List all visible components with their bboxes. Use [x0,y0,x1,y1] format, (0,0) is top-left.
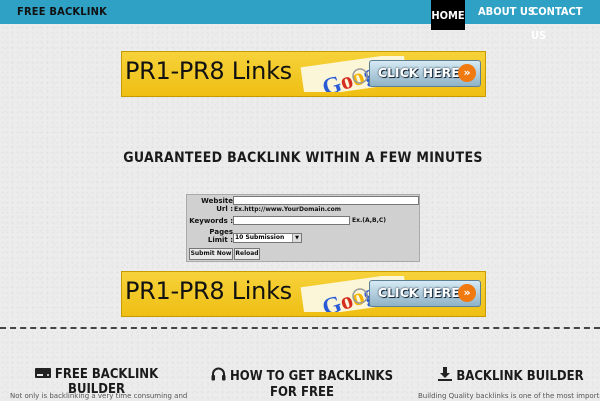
click-here-label: CLICK HERE [378,286,460,300]
site-brand[interactable]: FREE BACKLINK [17,5,107,18]
keywords-label: Keywords : [189,217,233,225]
banner-text: PR1-PR8 Links [125,57,292,85]
website-url-label: Website Url : [201,197,233,213]
hard-drive-icon [34,368,51,378]
website-url-input[interactable] [233,196,419,205]
double-arrow-icon: » [458,284,476,302]
feature-description: Not only is backlinking a very time cons… [10,392,188,400]
click-here-button[interactable]: CLICK HERE » [369,280,481,307]
website-url-hint: Ex.http://www.YourDomain.com [234,206,341,213]
pages-limit-select[interactable]: 10 Submission ▼ [233,233,302,243]
nav-contact-us[interactable]: CONTACT US [531,0,600,42]
ad-banner-top[interactable]: PR1-PR8 Links Google CLICK HERE » [121,51,486,97]
keywords-input[interactable] [233,216,350,225]
click-here-label: CLICK HERE [378,66,460,80]
backlink-form: Website Url : Ex.http://www.YourDomain.c… [186,194,420,262]
pages-limit-value: 10 Submission [235,234,285,241]
feature-description: Building Quality backlinks is one of the… [418,392,600,400]
keywords-hint: Ex.(A,B,C) [352,217,387,224]
feature-backlink-builder: BACKLINK BUILDER [436,367,586,384]
submit-now-button[interactable]: Submit Now [189,248,233,260]
feature-how-to-get-backlinks: HOW TO GET BACKLINKS FOR FREE [207,367,397,401]
click-here-button[interactable]: CLICK HERE » [369,60,481,87]
feature-title: HOW TO GET BACKLINKS FOR FREE [229,369,393,400]
feature-title: BACKLINK BUILDER [456,369,584,384]
download-icon [438,367,453,381]
reload-button[interactable]: Reload [234,248,260,260]
pages-limit-label: Pages Limit : [207,228,233,244]
section-divider [0,327,600,329]
nav-about-us[interactable]: ABOUT US [478,0,535,24]
dropdown-arrow-icon: ▼ [292,234,301,242]
top-nav-bar: FREE BACKLINK HOME ABOUT US CONTACT US [0,0,600,42]
double-arrow-icon: » [458,64,476,82]
nav-home[interactable]: HOME [431,0,465,30]
ad-banner-bottom[interactable]: PR1-PR8 Links Google CLICK HERE » [121,271,486,317]
headphones-icon [211,367,226,381]
page-headline: GUARANTEED BACKLINK WITHIN A FEW MINUTES [123,150,483,166]
banner-text: PR1-PR8 Links [125,277,292,305]
